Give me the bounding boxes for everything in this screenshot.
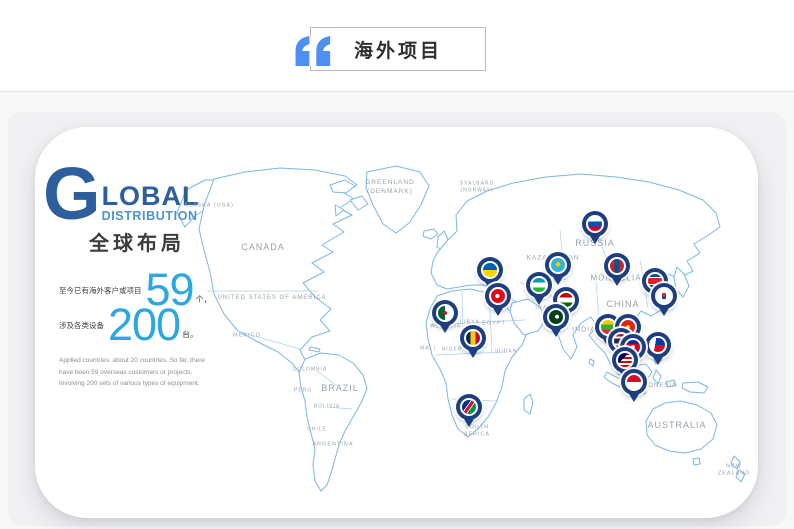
map-pin-uzbekistan: [526, 272, 552, 298]
turkey-flag-icon: [489, 287, 507, 305]
map-label: CHINA: [606, 298, 639, 310]
map-pin-russia: [582, 211, 608, 237]
map-label: UNITED STATES OF AMERICA: [217, 294, 326, 302]
map-label: BOLIVIA: [314, 404, 340, 411]
mongolia-flag-icon: [608, 257, 626, 275]
quote-icon: [292, 36, 336, 66]
map-label: PERU: [294, 388, 312, 395]
pakistan-flag-icon: [547, 308, 565, 326]
philippines-flag-icon: [649, 336, 667, 354]
map-label: MEXICO: [233, 332, 261, 339]
map-label: EGYPT: [482, 320, 506, 327]
map-pin-pakistan: [543, 304, 569, 330]
map-pin-philippines: [645, 332, 671, 358]
map-label: MALI: [420, 346, 436, 353]
indonesia-flag-icon: [625, 373, 643, 391]
map-pin-indonesia: [621, 369, 647, 395]
namibia-flag-icon: [460, 398, 478, 416]
map-label: CANADA: [241, 241, 285, 253]
map-label: GREENLAND (DENMARK): [365, 179, 414, 197]
map-label: ARGENTINA: [312, 441, 353, 448]
map-pin-ukraine: [477, 257, 503, 283]
ukraine-flag-icon: [481, 261, 499, 279]
russia-flag-icon: [586, 215, 604, 233]
algeria-flag-icon: [436, 304, 454, 322]
map-label: NIGER: [442, 347, 463, 354]
map-label: INDIA: [572, 325, 596, 334]
chad-flag-icon: [464, 329, 482, 347]
map-pin-kazakhstan: [545, 252, 571, 278]
kazakhstan-flag-icon: [549, 256, 567, 274]
south-korea-flag-icon: [655, 287, 673, 305]
map-pin-south-korea: [651, 283, 677, 309]
map-pin-turkey: [485, 283, 511, 309]
section-title-box: 海外项目: [310, 27, 486, 71]
map-label: AUSTRALIA: [647, 419, 706, 431]
map-pin-chad: [460, 325, 486, 351]
map-pin-mongolia: [604, 253, 630, 279]
map-label: COLOMBIA: [293, 367, 327, 374]
map-pin-namibia: [456, 394, 482, 420]
map-pin-algeria: [432, 300, 458, 326]
page-header: 海外项目: [0, 0, 794, 92]
malaysia-flag-icon: [616, 351, 634, 369]
map-label: ALASKA (USA): [184, 202, 234, 209]
map-label: BRAZIL: [321, 382, 359, 394]
section-title: 海外项目: [311, 28, 485, 70]
map-label: SVALBARD (NORWAY): [460, 180, 494, 194]
map-label: SUDAN: [495, 349, 518, 356]
map-label: CHILE: [307, 427, 327, 434]
map-label: NEW ZEALAND: [718, 464, 750, 479]
map-panel: G LOBAL DISTRIBUTION 全球布局 至今已有海外客户或项目 59…: [35, 127, 758, 518]
map-pins-layer: GREENLAND (DENMARK) SVALBARD (NORWAY) ALAS…: [35, 127, 758, 518]
uzbekistan-flag-icon: [530, 276, 548, 294]
